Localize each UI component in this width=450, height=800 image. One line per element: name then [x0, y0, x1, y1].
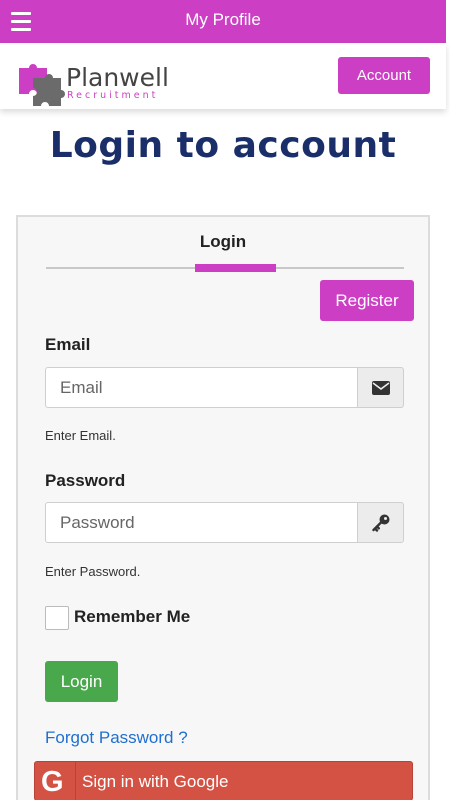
account-button[interactable]: Account: [338, 57, 430, 94]
top-bar: My Profile: [0, 0, 446, 43]
email-field[interactable]: [45, 367, 358, 408]
tab-active-indicator: [195, 264, 276, 272]
forgot-password-link[interactable]: Forgot Password ?: [45, 728, 188, 748]
password-addon: [358, 502, 404, 543]
site-header: Planwell Recruitment Account: [0, 43, 446, 109]
google-sign-in-label: Sign in with Google: [82, 772, 229, 791]
google-button-divider: [75, 762, 76, 800]
login-card: Login Register Email Enter Email. Passwo…: [16, 215, 430, 800]
topbar-title: My Profile: [185, 10, 261, 29]
logo[interactable]: Planwell Recruitment: [17, 60, 177, 108]
email-addon: [358, 367, 404, 408]
login-button[interactable]: Login: [45, 661, 118, 702]
key-icon: [371, 514, 389, 532]
remember-me-checkbox[interactable]: [45, 606, 69, 630]
logo-subtitle: Recruitment: [67, 90, 159, 101]
password-field[interactable]: [45, 502, 358, 543]
puzzle-logo-icon: [19, 64, 65, 106]
email-help-text: Enter Email.: [45, 428, 116, 443]
tab-login[interactable]: Login: [18, 232, 428, 252]
password-help-text: Enter Password.: [45, 564, 141, 579]
logo-name: Planwell: [66, 63, 169, 92]
google-icon: G: [41, 766, 64, 798]
envelope-icon: [371, 380, 390, 395]
page-title: Login to account: [49, 125, 397, 166]
remember-me: Remember Me: [45, 606, 245, 632]
password-input-group: [45, 502, 404, 543]
password-label: Password: [45, 471, 126, 490]
remember-me-label[interactable]: Remember Me: [74, 607, 190, 627]
email-input-group: [45, 367, 404, 408]
register-button[interactable]: Register: [320, 280, 414, 321]
email-label: Email: [45, 335, 91, 354]
google-sign-in-button[interactable]: G Sign in with Google: [34, 761, 413, 800]
